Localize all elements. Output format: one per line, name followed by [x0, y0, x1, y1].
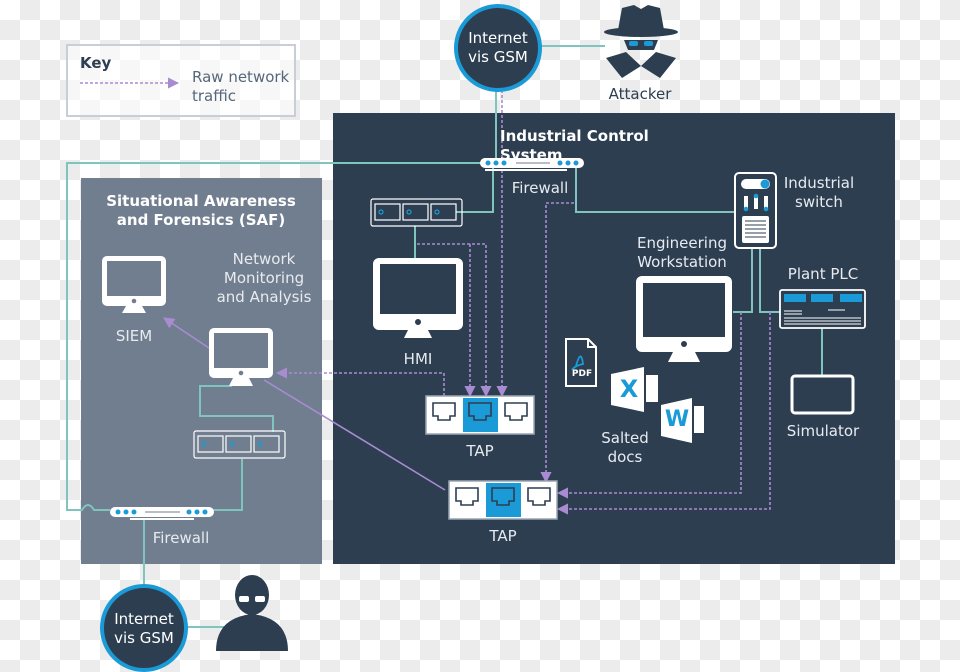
traffic-tap-lower-to-nma — [263, 379, 446, 491]
internet-bottom-line2: vis GSM — [114, 629, 174, 647]
tap-upper-label: TAP — [466, 442, 494, 460]
siem-label: SIEM — [115, 327, 153, 345]
connections-layer — [66, 5, 866, 651]
tap-upper-icon — [425, 395, 535, 435]
user-icon — [216, 575, 288, 651]
saf-title: Situational Awareness and Forensics (SAF… — [90, 192, 312, 230]
hmi-label: HMI — [403, 350, 433, 368]
pdf-text: PDF — [571, 369, 593, 379]
word-letter: W — [664, 407, 690, 432]
tap-lower-label: TAP — [489, 527, 517, 545]
traffic-nma-to-siem — [163, 317, 213, 351]
salted-docs-line1: Salted — [601, 429, 649, 447]
internet-top-line2: vis GSM — [468, 48, 528, 66]
ics-title: Industrial Control System — [500, 127, 649, 164]
engineering-workstation-label: Engineering Workstation — [630, 234, 734, 272]
nma-line2: Monitoring — [223, 269, 305, 287]
internet-gsm-top-node: Internet vis GSM — [454, 4, 542, 92]
attacker-icon — [604, 5, 678, 78]
industrial-switch-line2: switch — [795, 193, 843, 211]
saf-network-switch-icon — [193, 430, 286, 459]
plant-plc-icon — [779, 289, 866, 329]
industrial-switch-line1: Industrial — [783, 174, 855, 192]
industrial-switch-label: Industrial switch — [779, 174, 859, 212]
salted-docs-line2: docs — [607, 448, 643, 466]
link-saf-switch-firewall — [212, 459, 243, 511]
workstation-line1: Engineering — [637, 234, 727, 252]
internet-top-line1: Internet — [468, 29, 528, 47]
plant-plc-label: Plant PLC — [787, 265, 859, 283]
nma-label: Network Monitoring and Analysis — [210, 250, 318, 307]
link-switch-plc — [759, 248, 780, 313]
workstation-monitor-icon — [636, 276, 732, 362]
link-nma-switch — [199, 385, 274, 432]
attacker-label: Attacker — [608, 85, 672, 103]
simulator-icon — [790, 374, 855, 415]
nma-monitor-icon — [209, 328, 273, 386]
tap-lower-icon — [448, 480, 558, 520]
hmi-monitor-icon — [373, 258, 463, 338]
nma-line1: Network — [232, 250, 296, 268]
network-switch-icon — [370, 198, 463, 227]
saf-firewall-icon — [110, 507, 214, 520]
nma-line3: and Analysis — [216, 288, 312, 306]
internet-gsm-bottom-node: Internet vis GSM — [100, 584, 188, 672]
ics-firewall-label: Firewall — [511, 179, 569, 197]
industrial-switch-icon — [734, 172, 777, 249]
link-switch-workstation — [733, 248, 753, 313]
siem-monitor-icon — [102, 256, 166, 313]
salted-docs-label: Salted docs — [592, 429, 658, 467]
saf-firewall-label: Firewall — [152, 529, 210, 547]
saf-title-line2: and Forensics (SAF) — [116, 211, 286, 229]
simulator-label: Simulator — [786, 422, 860, 440]
traffic-tap-to-nma — [275, 367, 445, 396]
saf-title-line1: Situational Awareness — [106, 192, 296, 210]
workstation-line2: Workstation — [637, 253, 727, 271]
internet-bottom-line1: Internet — [114, 610, 174, 628]
link-firewall-industrial-switch — [575, 166, 735, 213]
excel-letter: X — [619, 375, 639, 403]
